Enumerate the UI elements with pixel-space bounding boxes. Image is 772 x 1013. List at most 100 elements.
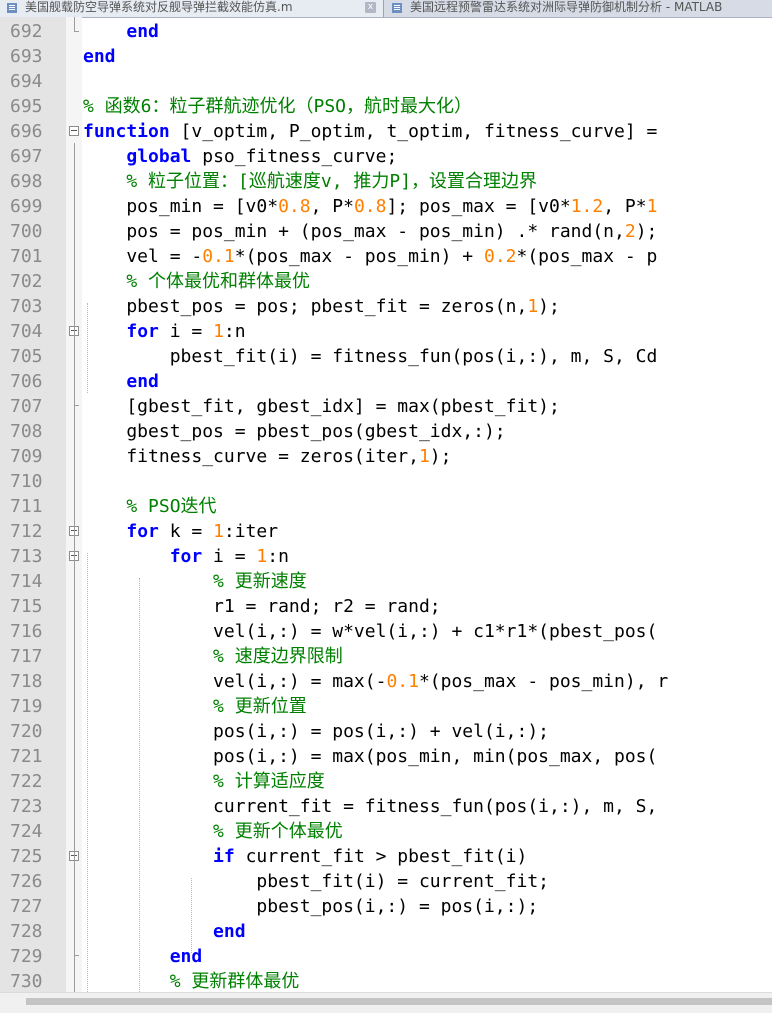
keyword-token: end [126, 371, 159, 392]
code-text[interactable]: pbest_fit(i) = current_fit; [83, 869, 549, 894]
fold-line [74, 17, 75, 31]
code-line[interactable]: 730 % 更新群体最优 [0, 969, 772, 992]
code-line[interactable]: 700 pos = pos_min + (pos_max - pos_min) … [0, 219, 772, 244]
code-line[interactable]: 699 pos_min = [v0*0.8, P*0.8]; pos_max =… [0, 194, 772, 219]
code-text[interactable]: [gbest_fit, gbest_idx] = max(pbest_fit); [83, 394, 559, 419]
code-line[interactable]: 724 % 更新个体最优 [0, 819, 772, 844]
code-text[interactable]: vel = -0.1*(pos_max - pos_min) + 0.2*(po… [83, 244, 657, 269]
code-text[interactable]: pbest_pos = pos; pbest_fit = zeros(n,1); [83, 294, 560, 319]
code-line[interactable]: 722 % 计算适应度 [0, 769, 772, 794]
indent-guide [139, 578, 140, 992]
code-line[interactable]: 692 end [0, 19, 772, 44]
code-line[interactable]: 719 % 更新位置 [0, 694, 772, 719]
code-text[interactable]: end [83, 944, 203, 969]
tab-active-file[interactable]: 美国舰载防空导弹系统对反舰导弹拦截效能仿真.m x [0, 0, 384, 17]
number-token: 0.8 [278, 196, 311, 217]
code-line[interactable]: 702 % 个体最优和群体最优 [0, 269, 772, 294]
code-text[interactable]: vel(i,:) = max(-0.1*(pos_max - pos_min),… [83, 669, 668, 694]
code-text[interactable]: end [83, 369, 159, 394]
code-line[interactable]: 728 end [0, 919, 772, 944]
code-token: i = [158, 321, 214, 342]
code-text[interactable]: % 更新群体最优 [83, 969, 300, 992]
horizontal-scrollbar[interactable] [0, 992, 772, 1013]
code-text[interactable]: end [83, 44, 116, 69]
code-token: vel(i,:) = w*vel(i,:) + c1*r1*(pbest_pos… [83, 621, 658, 642]
code-text[interactable]: gbest_pos = pbest_pos(gbest_idx,:); [83, 419, 505, 444]
code-editor[interactable]: 692 end 693 end 694 695 % 函数6：粒子群航迹优化（PSO，航时最… [0, 17, 772, 992]
code-line[interactable]: 727 pbest_pos(i,:) = pos(i,:); [0, 894, 772, 919]
code-text[interactable]: % 更新个体最优 [83, 819, 343, 844]
code-text[interactable]: pos(i,:) = pos(i,:) + vel(i,:); [83, 719, 549, 744]
scrollbar-thumb[interactable] [26, 998, 772, 1005]
code-text[interactable]: r1 = rand; r2 = rand; [83, 594, 441, 619]
code-line[interactable]: 713 for i = 1:n [0, 544, 772, 569]
file-icon [7, 3, 17, 13]
line-number: 730 [10, 971, 43, 992]
code-text[interactable]: for i = 1:n [83, 319, 245, 344]
code-text[interactable]: if current_fit > pbest_fit(i) [83, 844, 527, 869]
code-line[interactable]: 701 vel = -0.1*(pos_max - pos_min) + 0.2… [0, 244, 772, 269]
code-line[interactable]: 711 % PSO迭代 [0, 494, 772, 519]
code-text[interactable]: % 更新速度 [83, 569, 307, 594]
code-line[interactable]: 693 end [0, 44, 772, 69]
code-text[interactable]: % 更新位置 [83, 694, 307, 719]
code-line[interactable]: 717 % 速度边界限制 [0, 644, 772, 669]
code-text[interactable]: pos_min = [v0*0.8, P*0.8]; pos_max = [v0… [83, 194, 657, 219]
code-text[interactable]: % 计算适应度 [83, 769, 325, 794]
tab-other-file[interactable]: 美国远程预警雷达系统对洲际导弹防御机制分析 - MATLAB [385, 0, 772, 17]
code-line[interactable]: 704 for i = 1:n [0, 319, 772, 344]
code-line[interactable]: 721 pos(i,:) = max(pos_min, min(pos_max,… [0, 744, 772, 769]
code-line[interactable]: 720 pos(i,:) = pos(i,:) + vel(i,:); [0, 719, 772, 744]
code-text[interactable]: function [v_optim, P_optim, t_optim, fit… [83, 119, 657, 144]
code-line[interactable]: 725 if current_fit > pbest_fit(i) [0, 844, 772, 869]
code-line[interactable]: 714 % 更新速度 [0, 569, 772, 594]
code-text[interactable]: % 个体最优和群体最优 [83, 269, 310, 294]
line-number: 708 [10, 421, 43, 442]
line-number: 713 [10, 546, 43, 567]
code-line[interactable]: 729 end [0, 944, 772, 969]
code-text[interactable]: pos = pos_min + (pos_max - pos_min) .* r… [83, 219, 657, 244]
code-line[interactable]: 697 global pso_fitness_curve; [0, 144, 772, 169]
code-line[interactable]: 696 function [v_optim, P_optim, t_optim, … [0, 119, 772, 144]
code-text[interactable]: pbest_pos(i,:) = pos(i,:); [83, 894, 538, 919]
code-line[interactable]: 715 r1 = rand; r2 = rand; [0, 594, 772, 619]
code-line[interactable]: 703 pbest_pos = pos; pbest_fit = zeros(n… [0, 294, 772, 319]
code-line[interactable]: 718 vel(i,:) = max(-0.1*(pos_max - pos_m… [0, 669, 772, 694]
code-text[interactable]: % PSO迭代 [83, 494, 216, 519]
code-text[interactable]: vel(i,:) = w*vel(i,:) + c1*r1*(pbest_pos… [83, 619, 657, 644]
file-icon [392, 3, 402, 13]
code-token: *(pos_max - pos_min), r [418, 671, 669, 692]
code-text[interactable]: fitness_curve = zeros(iter,1); [83, 444, 451, 469]
code-line[interactable]: 705 pbest_fit(i) = fitness_fun(pos(i,:),… [0, 344, 772, 369]
code-text[interactable]: for k = 1:iter [83, 519, 278, 544]
code-line[interactable]: 698 % 粒子位置：[巡航速度v, 推力P]，设置合理边界 [0, 169, 772, 194]
code-text[interactable]: % 粒子位置：[巡航速度v, 推力P]，设置合理边界 [83, 169, 537, 194]
code-line[interactable]: 708 gbest_pos = pbest_pos(gbest_idx,:); [0, 419, 772, 444]
code-text[interactable]: % 速度边界限制 [83, 644, 343, 669]
code-text[interactable]: % 函数6：粒子群航迹优化（PSO，航时最大化） [83, 94, 472, 119]
code-line[interactable]: 726 pbest_fit(i) = current_fit; [0, 869, 772, 894]
code-line[interactable]: 712 for k = 1:iter [0, 519, 772, 544]
code-text[interactable]: for i = 1:n [83, 544, 289, 569]
code-line[interactable]: 723 current_fit = fitness_fun(pos(i,:), … [0, 794, 772, 819]
code-line[interactable]: 709 fitness_curve = zeros(iter,1); [0, 444, 772, 469]
code-text[interactable]: pbest_fit(i) = fitness_fun(pos(i,:), m, … [83, 344, 658, 369]
line-number: 695 [10, 96, 43, 117]
code-text[interactable]: current_fit = fitness_fun(pos(i,:), m, S… [83, 794, 668, 819]
code-token: pbest_pos(i,:) = pos(i,:); [83, 896, 539, 917]
code-text[interactable]: end [83, 919, 246, 944]
fold-toggle-icon[interactable] [69, 126, 79, 136]
code-line[interactable]: 710 [0, 469, 772, 494]
code-line[interactable]: 706 end [0, 369, 772, 394]
code-text[interactable]: pos(i,:) = max(pos_min, min(pos_max, pos… [83, 744, 657, 769]
code-token: [v_optim, P_optim, t_optim, fitness_curv… [169, 121, 658, 142]
code-line[interactable]: 716 vel(i,:) = w*vel(i,:) + c1*r1*(pbest… [0, 619, 772, 644]
close-tab-icon[interactable]: x [365, 2, 376, 13]
code-text[interactable]: global pso_fitness_curve; [83, 144, 397, 169]
code-line[interactable]: 707 [gbest_fit, gbest_idx] = max(pbest_f… [0, 394, 772, 419]
code-line[interactable]: 695 % 函数6：粒子群航迹优化（PSO，航时最大化） [0, 94, 772, 119]
code-text[interactable]: end [83, 19, 159, 44]
code-line[interactable]: 694 [0, 69, 772, 94]
